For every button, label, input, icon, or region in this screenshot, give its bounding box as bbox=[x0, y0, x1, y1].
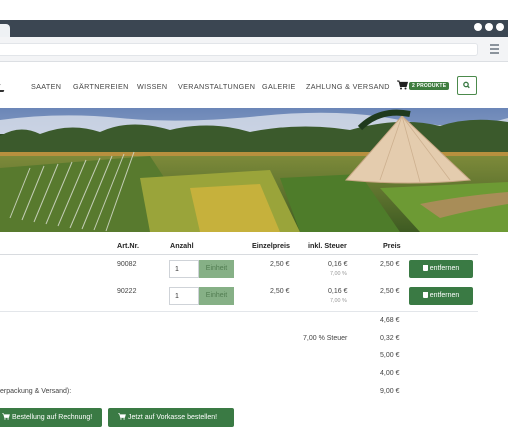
quantity-unit-addon: Einheit bbox=[199, 260, 234, 278]
browser-toolbar bbox=[0, 37, 508, 62]
browser-tab[interactable] bbox=[0, 24, 10, 37]
tax-total-value: 0,32 € bbox=[380, 335, 400, 342]
quantity-input[interactable]: 1 bbox=[169, 287, 199, 305]
cart-icon bbox=[2, 413, 10, 420]
window-controls bbox=[474, 23, 504, 31]
search-button[interactable] bbox=[457, 76, 477, 95]
tax-rate-cell: 7,00 % bbox=[330, 298, 347, 304]
browser-top-margin bbox=[0, 0, 508, 20]
artnr-cell: 90082 bbox=[117, 261, 137, 268]
nav-item-veranstaltungen[interactable]: VERANSTALTUNGEN bbox=[178, 82, 255, 91]
nav-item-saaten[interactable]: SAATEN bbox=[31, 82, 61, 91]
grand-total-value: 9,00 € bbox=[380, 388, 400, 395]
browser-title-bar bbox=[0, 20, 508, 37]
nav-item-wissen[interactable]: WISSEN bbox=[137, 82, 167, 91]
cart-count-badge[interactable]: 2 PRODUKTE bbox=[409, 82, 450, 90]
nav-item-gaertnereien[interactable]: GÄRTNEREIEN bbox=[73, 82, 129, 91]
total-line-value: 5,00 € bbox=[380, 352, 400, 359]
table-divider bbox=[0, 311, 478, 312]
column-header-einzelpreis: Einzelpreis bbox=[252, 241, 290, 250]
order-invoice-label: Bestellung auf Rechnung! bbox=[12, 414, 93, 421]
hero-garden-image bbox=[0, 108, 508, 232]
search-icon bbox=[463, 81, 470, 89]
window-dot-icon[interactable] bbox=[474, 23, 482, 31]
order-prepay-label: Jetzt auf Vorkasse bestellen! bbox=[128, 414, 218, 421]
tax-rate-cell: 7,00 % bbox=[330, 271, 347, 277]
tax-cell: 0,16 € bbox=[328, 288, 348, 295]
price-cell: 2,50 € bbox=[380, 288, 400, 295]
price-cell: 2,50 € bbox=[380, 261, 400, 268]
quantity-input[interactable]: 1 bbox=[169, 260, 199, 278]
remove-item-button[interactable]: entfernen bbox=[409, 287, 473, 305]
remove-button-label: entfernen bbox=[429, 292, 460, 299]
cart-icon[interactable] bbox=[397, 80, 408, 90]
grand-total-label: erpackung & Versand): bbox=[0, 388, 72, 395]
tax-cell: 0,16 € bbox=[328, 261, 348, 268]
column-header-artnr: Art.Nr. bbox=[117, 241, 139, 250]
cart-icon bbox=[118, 413, 126, 420]
subtotal-value: 4,68 € bbox=[380, 317, 400, 324]
shipping-value: 4,00 € bbox=[380, 370, 400, 377]
nav-item-zahlung-versand[interactable]: ZAHLUNG & VERSAND bbox=[306, 82, 390, 91]
unit-price-cell: 2,50 € bbox=[270, 261, 290, 268]
artnr-cell: 90222 bbox=[117, 288, 137, 295]
column-header-anzahl: Anzahl bbox=[170, 241, 194, 250]
trash-icon bbox=[422, 265, 428, 271]
nav-item-galerie[interactable]: GALERIE bbox=[262, 82, 296, 91]
address-bar[interactable] bbox=[0, 43, 478, 56]
remove-button-label: entfernen bbox=[429, 265, 460, 272]
hamburger-menu-icon[interactable] bbox=[490, 44, 499, 54]
column-header-steuer: inkl. Steuer bbox=[308, 241, 347, 250]
window-dot-icon[interactable] bbox=[485, 23, 493, 31]
window-dot-icon[interactable] bbox=[496, 23, 504, 31]
quantity-unit-addon: Einheit bbox=[199, 287, 234, 305]
order-prepay-button[interactable]: Jetzt auf Vorkasse bestellen! bbox=[108, 408, 234, 427]
order-invoice-button[interactable]: Bestellung auf Rechnung! bbox=[0, 408, 102, 427]
column-header-preis: Preis bbox=[383, 241, 401, 250]
remove-item-button[interactable]: entfernen bbox=[409, 260, 473, 278]
table-header-divider bbox=[0, 254, 478, 255]
tax-total-label: 7,00 % Steuer bbox=[303, 335, 348, 342]
unit-price-cell: 2,50 € bbox=[270, 288, 290, 295]
trash-icon bbox=[422, 292, 428, 298]
